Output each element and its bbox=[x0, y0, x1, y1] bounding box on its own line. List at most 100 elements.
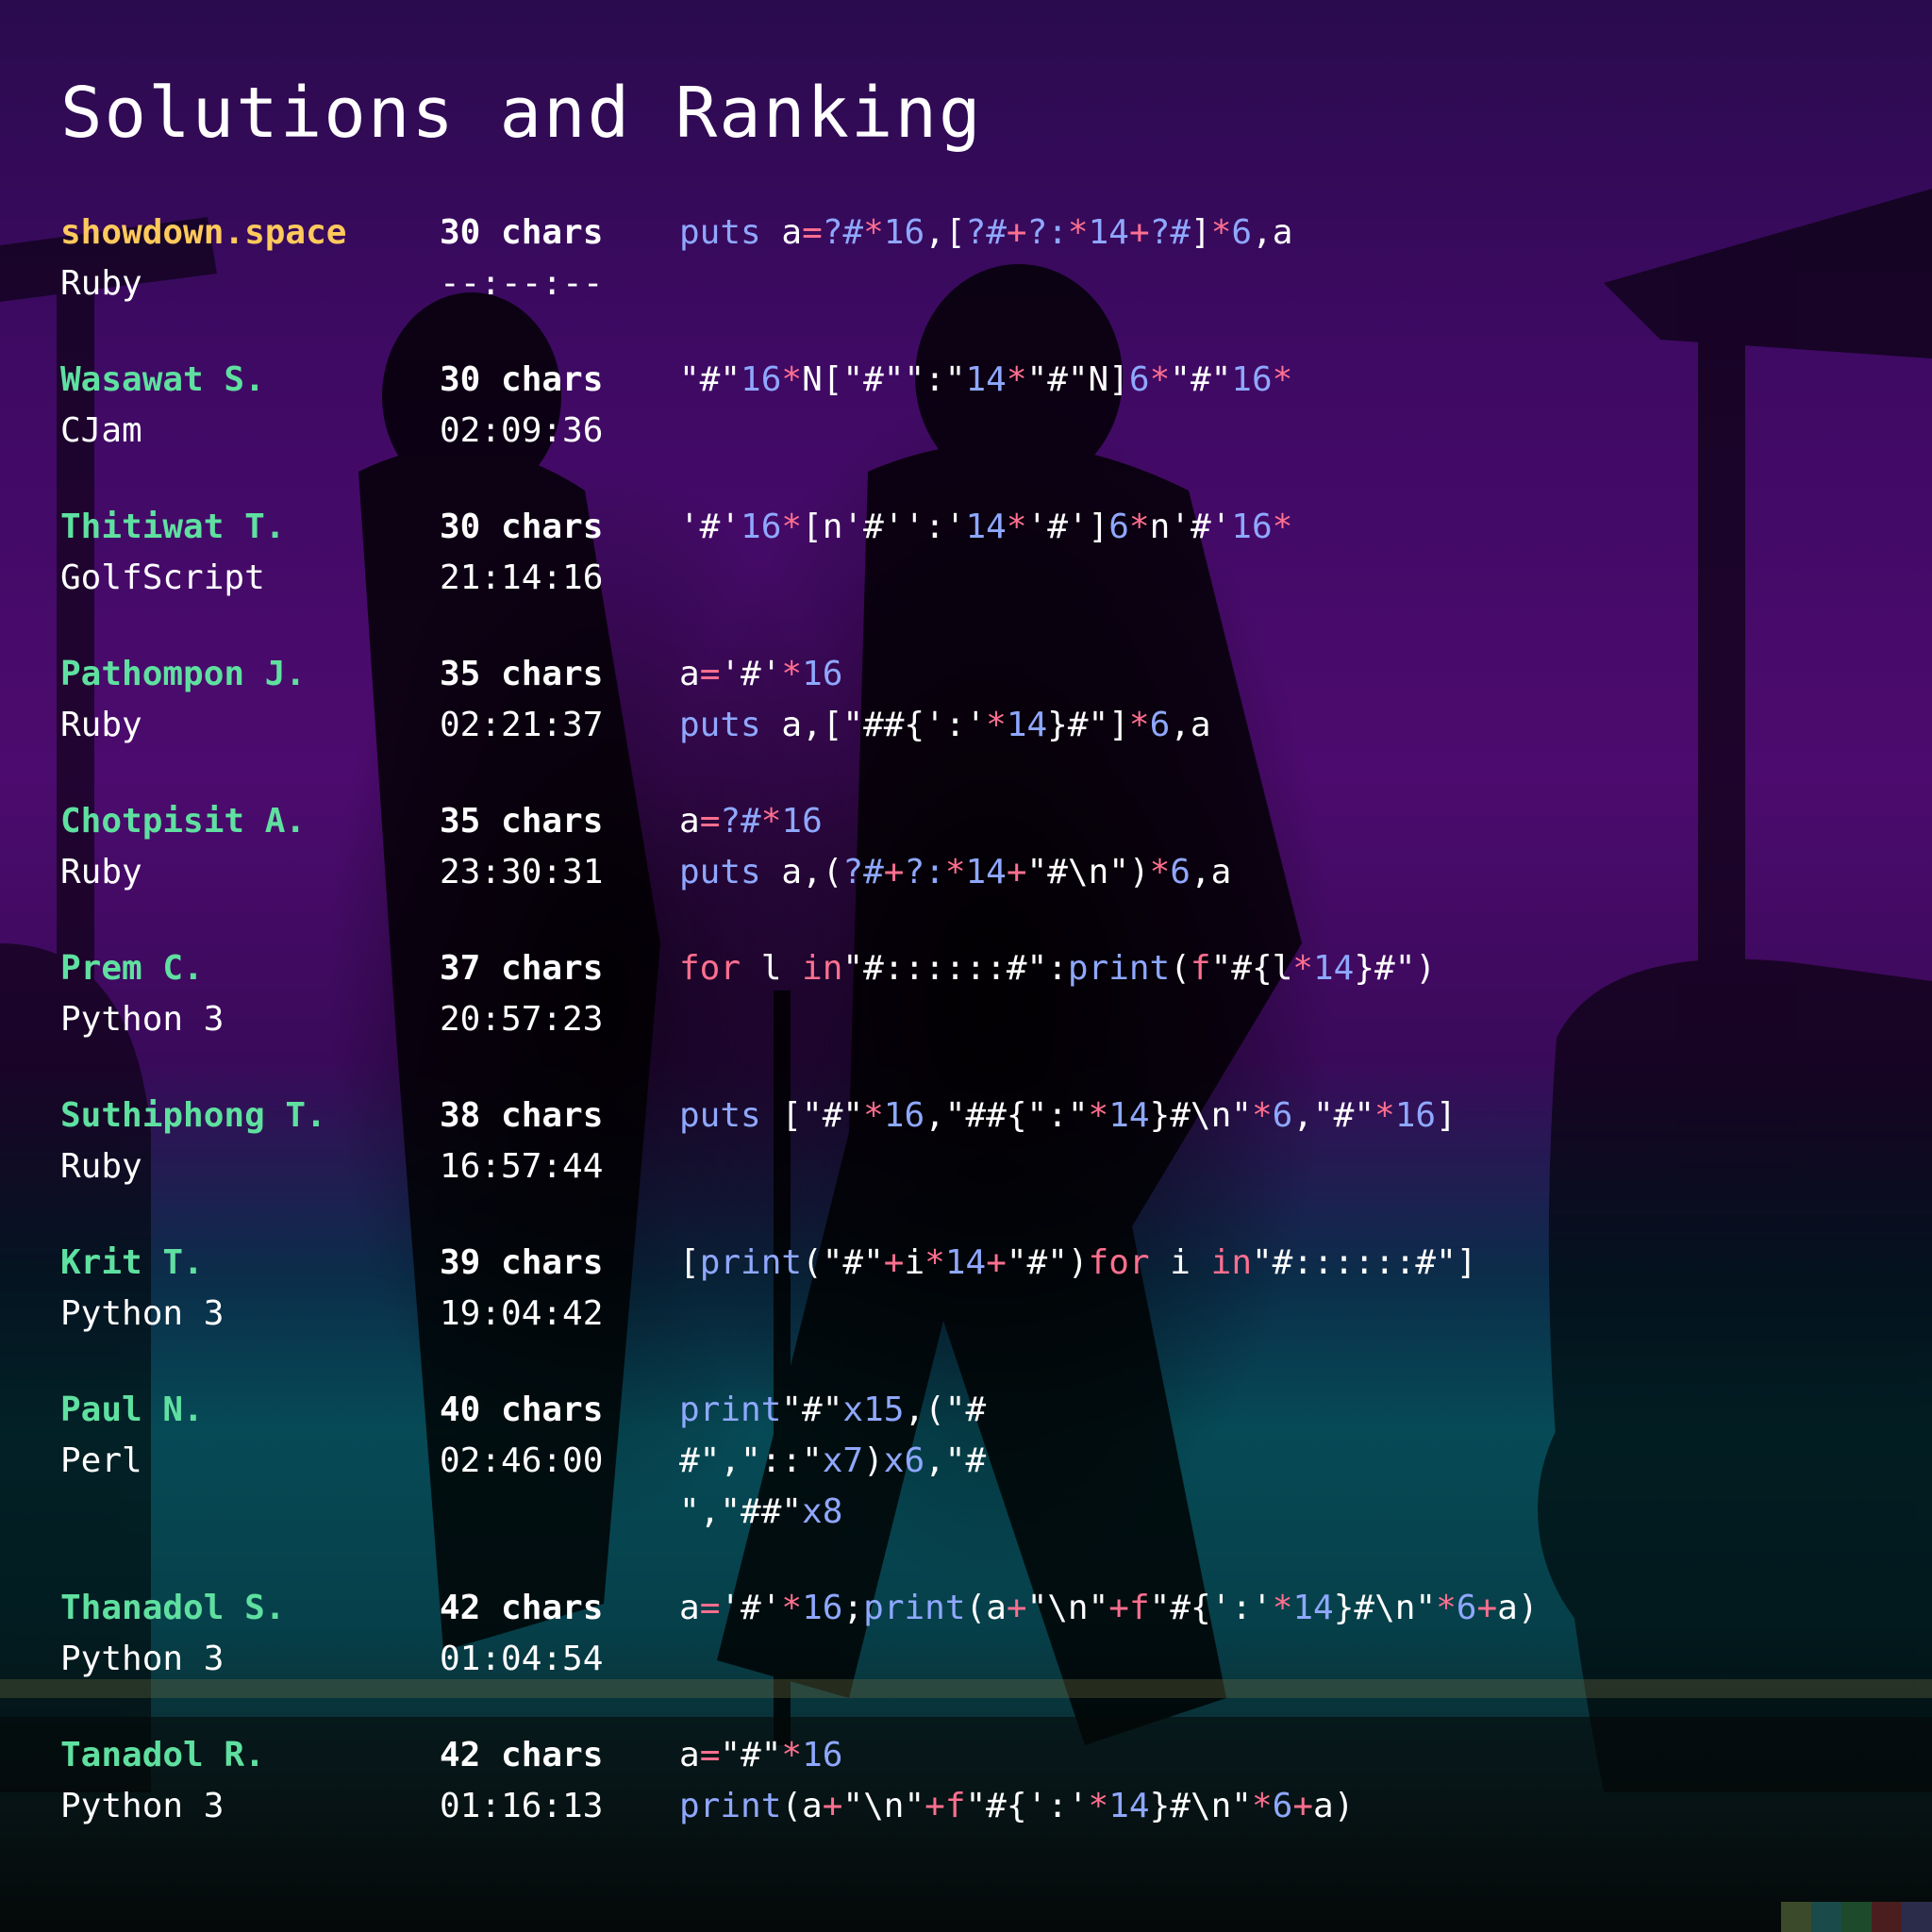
code-token: 6 bbox=[1272, 1096, 1293, 1135]
participant-column: Paul N. Perl bbox=[60, 1385, 438, 1487]
code-token: * bbox=[1006, 360, 1027, 399]
code-token: "#::::::#"] bbox=[1252, 1243, 1477, 1282]
code-token: a bbox=[781, 213, 803, 252]
code-token: for bbox=[679, 949, 761, 988]
code-line: print(a+"\n"+f"#{':'*14}#\n"*6+a) bbox=[679, 1781, 1811, 1832]
stats-column: 35 chars 02:21:37 bbox=[440, 649, 666, 751]
code-token: (a bbox=[781, 1787, 823, 1825]
code-token: '#' bbox=[720, 655, 782, 693]
code-token: f bbox=[1128, 1589, 1150, 1627]
participant-name: Krit T. bbox=[60, 1243, 204, 1282]
code-token: ?# bbox=[965, 213, 1007, 252]
code-line: a='#'*16;print(a+"\n"+f"#{':'*14}#\n"*6+… bbox=[679, 1583, 1811, 1634]
stats-column: 30 chars 02:09:36 bbox=[440, 355, 666, 457]
solution-code: a='#'*16 puts a,["##{':'*14}#"]*6,a bbox=[679, 649, 1811, 751]
code-token: + bbox=[883, 853, 905, 891]
solution-code: puts a=?#*16,[?#+?:*14+?#]*6,a bbox=[679, 208, 1811, 258]
code-token: ?# bbox=[1149, 213, 1191, 252]
code-token: "#") bbox=[1006, 1243, 1089, 1282]
code-token: 6 bbox=[1231, 213, 1253, 252]
char-count: 30 chars bbox=[440, 508, 604, 546]
code-token: + bbox=[1006, 1589, 1027, 1627]
submission-time: 02:09:36 bbox=[440, 411, 604, 450]
code-token: ["#" bbox=[781, 1096, 864, 1135]
stats-column: 30 chars --:--:-- bbox=[440, 208, 666, 309]
code-token: 16 bbox=[802, 1736, 843, 1774]
ranking-panel: Solutions and Ranking showdown.space Ruby… bbox=[0, 0, 1932, 1932]
stats-column: 40 chars 02:46:00 bbox=[440, 1385, 666, 1487]
code-token: "#" bbox=[679, 360, 741, 399]
code-token: * bbox=[1006, 508, 1027, 546]
char-count: 30 chars bbox=[440, 360, 604, 399]
color-swatch bbox=[1841, 1902, 1872, 1932]
code-line: #","::"x7)x6,"# bbox=[679, 1436, 1811, 1487]
code-token: + bbox=[986, 1243, 1007, 1282]
code-token: ,"# bbox=[924, 1441, 987, 1480]
code-token: * bbox=[1374, 1096, 1395, 1135]
code-token: i bbox=[1170, 1243, 1211, 1282]
language-label: Python 3 bbox=[60, 1000, 225, 1039]
participant-name: Thanadol S. bbox=[60, 1589, 286, 1627]
submission-time: --:--:-- bbox=[440, 264, 604, 303]
code-line: '#'16*[n'#'':'14*'#']6*n'#'16* bbox=[679, 502, 1811, 553]
code-token: 16 bbox=[741, 508, 782, 546]
char-count: 40 chars bbox=[440, 1391, 604, 1429]
code-token: ) bbox=[863, 1441, 884, 1480]
participant-column: Tanadol R. Python 3 bbox=[60, 1730, 438, 1832]
code-token: ,a bbox=[1252, 213, 1293, 252]
code-line: puts ["#"*16,"##{":"*14}#\n"*6,"#"*16] bbox=[679, 1091, 1811, 1141]
code-token: 14 bbox=[944, 1243, 987, 1282]
participant-name: Suthiphong T. bbox=[60, 1096, 326, 1135]
code-token: print bbox=[699, 1243, 803, 1282]
code-token: 14 bbox=[1006, 706, 1048, 744]
char-count: 35 chars bbox=[440, 655, 604, 693]
code-token: (a bbox=[965, 1589, 1007, 1627]
code-token: + bbox=[883, 1243, 905, 1282]
char-count: 35 chars bbox=[440, 802, 604, 841]
code-token: * bbox=[781, 1736, 803, 1774]
code-token: f bbox=[944, 1787, 966, 1825]
solution-code: [print("#"+i*14+"#")for i in"#::::::#"] bbox=[679, 1238, 1811, 1289]
stats-column: 37 chars 20:57:23 bbox=[440, 943, 666, 1045]
submission-time: 02:46:00 bbox=[440, 1441, 604, 1480]
participant-column: Pathompon J. Ruby bbox=[60, 649, 438, 751]
code-token: in bbox=[802, 949, 843, 988]
code-token: ,"##{":" bbox=[924, 1096, 1089, 1135]
code-line: [print("#"+i*14+"#")for i in"#::::::#"] bbox=[679, 1238, 1811, 1289]
char-count: 39 chars bbox=[440, 1243, 604, 1282]
code-token: for bbox=[1088, 1243, 1171, 1282]
code-token: "#::::::#": bbox=[842, 949, 1068, 988]
code-token: * bbox=[1067, 213, 1089, 252]
code-token: ,a bbox=[1190, 853, 1232, 891]
char-count: 37 chars bbox=[440, 949, 604, 988]
code-token: "#" bbox=[781, 1391, 843, 1429]
participant-column: showdown.space Ruby bbox=[60, 208, 438, 309]
code-token: print bbox=[679, 1391, 782, 1429]
code-token: in bbox=[1210, 1243, 1252, 1282]
code-token: = bbox=[699, 1589, 721, 1627]
code-token: ?# bbox=[822, 213, 864, 252]
code-token: "#{':' bbox=[965, 1787, 1089, 1825]
code-token: a,( bbox=[781, 853, 843, 891]
char-count: 42 chars bbox=[440, 1589, 604, 1627]
language-label: Ruby bbox=[60, 853, 142, 891]
language-label: Ruby bbox=[60, 1147, 142, 1186]
code-token: ] bbox=[1191, 213, 1211, 252]
code-token: * bbox=[1272, 360, 1293, 399]
code-token: print bbox=[863, 1589, 966, 1627]
code-token: x15 bbox=[842, 1391, 905, 1429]
code-token: a) bbox=[1497, 1589, 1539, 1627]
code-token: * bbox=[781, 655, 803, 693]
code-line: "#"16*N["#"":"14*"#"N]6*"#"16* bbox=[679, 355, 1811, 406]
code-token: * bbox=[944, 853, 966, 891]
code-token: + bbox=[1006, 853, 1027, 891]
code-line: ","##"x8 bbox=[679, 1487, 1811, 1538]
code-token: * bbox=[1272, 508, 1293, 546]
solution-code: print"#"x15,("# #","::"x7)x6,"# ","##"x8 bbox=[679, 1385, 1811, 1538]
code-token: * bbox=[781, 1589, 803, 1627]
code-token: + bbox=[1128, 213, 1150, 252]
code-token: * bbox=[986, 706, 1007, 744]
language-label: Python 3 bbox=[60, 1640, 225, 1678]
code-token: x7 bbox=[822, 1441, 864, 1480]
participant-column: Chotpisit A. Ruby bbox=[60, 796, 438, 898]
